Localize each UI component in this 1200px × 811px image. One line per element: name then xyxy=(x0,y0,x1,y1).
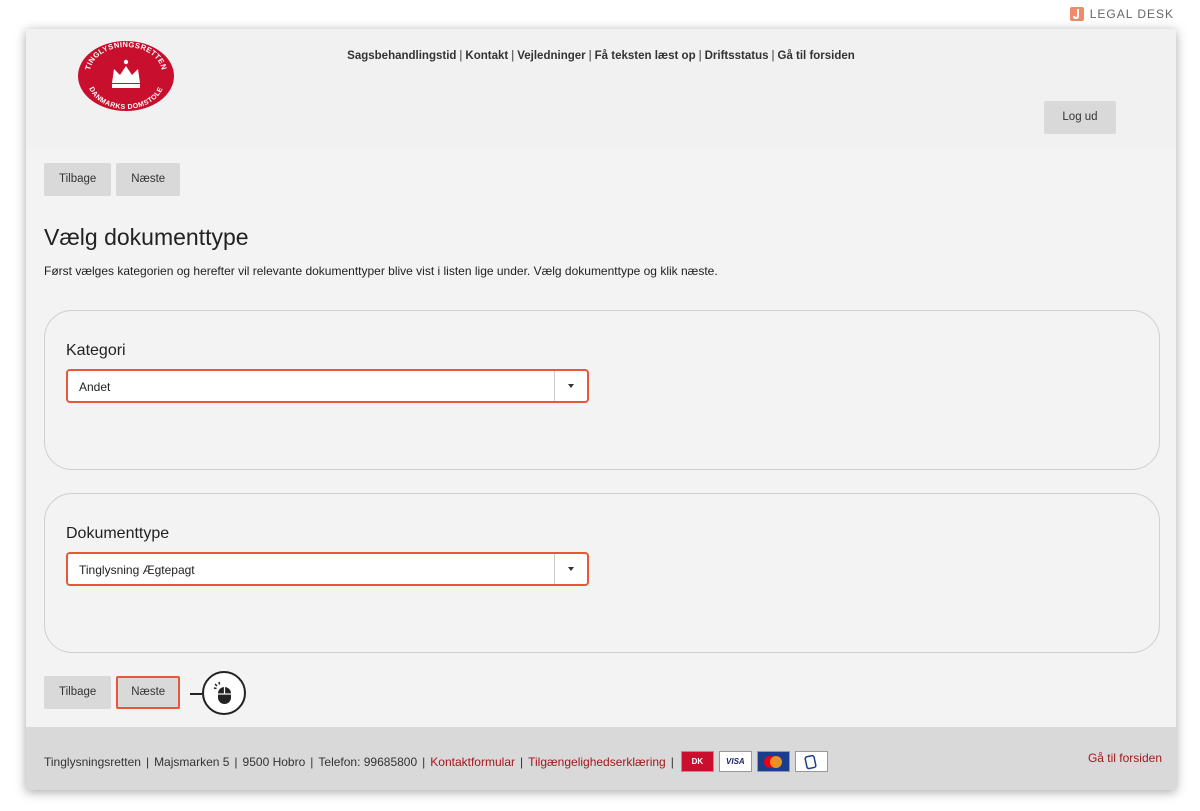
nav-driftsstatus[interactable]: Driftsstatus xyxy=(705,50,769,62)
legal-desk-icon xyxy=(1069,7,1084,21)
footer-accessibility-link[interactable]: Tilgængelighedserklæring xyxy=(528,755,666,769)
browser-window: TINGLYSNINGSRETTEN DANMARKS DOMSTOLE Sag… xyxy=(26,29,1176,790)
dokumenttype-label: Dokumenttype xyxy=(66,525,170,542)
kategori-label: Kategori xyxy=(66,342,126,359)
wizard-nav-top: Tilbage Næste xyxy=(44,163,181,196)
nav-laest-op[interactable]: Få teksten læst op xyxy=(595,50,696,62)
chevron-down-icon[interactable] xyxy=(554,371,587,401)
back-button-top[interactable]: Tilbage xyxy=(44,163,112,196)
footer-home-link[interactable]: Gå til forsiden xyxy=(1088,751,1162,765)
payment-cards: DK VISA xyxy=(680,751,828,772)
back-button-bottom[interactable]: Tilbage xyxy=(44,676,112,709)
footer-info: Tinglysningsretten | Majsmarken 5 | 9500 H… xyxy=(44,751,828,772)
kategori-panel: Kategori Andet xyxy=(44,310,1160,470)
site-footer: Tinglysningsretten | Majsmarken 5 | 9500 H… xyxy=(26,727,1176,790)
page-title: Vælg dokumenttype xyxy=(44,224,249,250)
dokumenttype-value: Tinglysning Ægtepagt xyxy=(79,563,195,577)
callout-connector xyxy=(190,693,202,695)
page-intro: Først vælges kategorien og herefter vil … xyxy=(44,264,718,278)
kategori-select[interactable]: Andet xyxy=(66,369,589,403)
dankort-icon: DK xyxy=(680,751,714,772)
footer-org: Tinglysningsretten xyxy=(44,754,141,769)
nav-vejledninger[interactable]: Vejledninger xyxy=(517,50,585,62)
site-header: TINGLYSNINGSRETTEN DANMARKS DOMSTOLE Sag… xyxy=(26,29,1176,147)
top-navigation: Sagsbehandlingstid | Kontakt | Vejledninger |… xyxy=(347,50,855,62)
dokumenttype-select[interactable]: Tinglysning Ægtepagt xyxy=(66,552,589,586)
visa-icon: VISA xyxy=(718,751,752,772)
footer-contact-link[interactable]: Kontaktformular xyxy=(430,755,515,769)
dokumenttype-panel: Dokumenttype Tinglysning Ægtepagt xyxy=(44,493,1160,653)
mobilepay-icon xyxy=(794,751,828,772)
chevron-down-icon[interactable] xyxy=(554,554,587,584)
logout-button[interactable]: Log ud xyxy=(1044,101,1116,134)
footer-address: Majsmarken 5 xyxy=(154,754,230,769)
kategori-value: Andet xyxy=(79,380,111,394)
mouse-click-icon xyxy=(202,671,246,715)
nav-sagsbehandlingstid[interactable]: Sagsbehandlingstid xyxy=(347,50,456,62)
main-content: Tilbage Næste Vælg dokumenttype Først væ… xyxy=(26,147,1176,727)
nav-kontakt[interactable]: Kontakt xyxy=(465,50,508,62)
legal-desk-brand: LEGAL DESK xyxy=(1069,7,1174,21)
footer-phone: Telefon: 99685800 xyxy=(318,754,418,769)
next-button-bottom[interactable]: Næste xyxy=(116,676,181,709)
nav-forsiden[interactable]: Gå til forsiden xyxy=(778,50,855,62)
next-button-top[interactable]: Næste xyxy=(116,163,181,196)
wizard-nav-bottom: Tilbage Næste xyxy=(44,676,181,709)
legal-desk-label: LEGAL DESK xyxy=(1089,7,1174,21)
footer-city: 9500 Hobro xyxy=(242,754,306,769)
mastercard-icon xyxy=(756,751,790,772)
